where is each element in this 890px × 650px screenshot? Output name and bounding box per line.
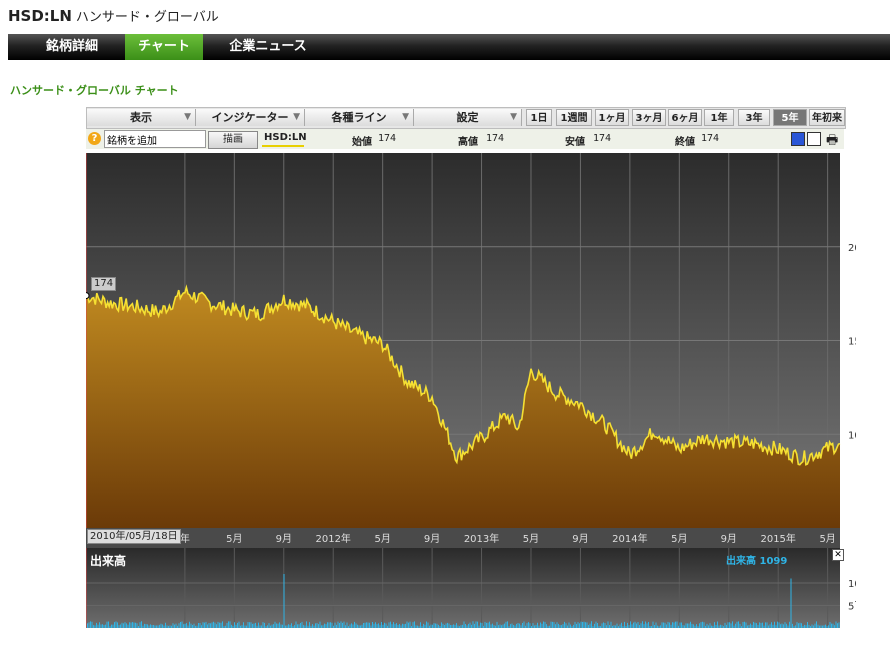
x-tick-label: 5月 [819,533,835,545]
open-label: 始値 [352,137,372,148]
tab-details[interactable]: 銘柄詳細 [32,34,112,60]
open-value: 174 [378,133,397,144]
x-tick-label: 2013年 [464,532,499,545]
tab-chart[interactable]: チャート [125,34,203,60]
y-axis-labels: 200 150 100 [848,243,856,442]
x-tick-label: 9月 [424,533,440,545]
range-6m-button[interactable]: 6ヶ月 [668,109,702,126]
range-1w-button[interactable]: 1週間 [556,109,592,126]
draw-button[interactable]: 描画 [208,131,258,149]
close-value: 174 [701,133,720,144]
crosshair-price: 174 [91,277,117,291]
indicator-dropdown-label: インジケーター [211,111,289,124]
volume-title: 出来高 [90,554,127,568]
y-tick-label: 200 [848,243,856,254]
y-tick-label: 150 [848,337,856,348]
range-5y-button[interactable]: 5年 [773,109,807,126]
dropdown-arrow-icon: ▼ [293,112,300,122]
volume-axis-labels: 10百万 5百万 [848,578,856,613]
x-tick-label: 2015年 [760,532,795,545]
high-label: 高値 [458,137,478,148]
x-tick-label: 5月 [671,533,687,545]
chart-toolbar: 表示 ▼ インジケーター ▼ 各種ライン ▼ 設定 ▼ 1日 1週間 1ヶ月 3ヶ月 6… [86,107,846,129]
price-chart[interactable]: 年 5月 9月 2012年 5月 9月 2013年 5月 9月 2014年 5月 9月 2015年 5月 … [86,153,856,548]
page-title: HSD:LN ハンサード・グローバル [8,6,219,25]
x-tick-label: 9月 [572,533,588,545]
company-name: ハンサード・グローバル [75,10,219,25]
tab-news[interactable]: 企業ニュース [220,34,316,60]
crosshair-point [86,292,90,300]
dropdown-arrow-icon: ▼ [184,112,191,122]
printer-icon[interactable]: 🖶 [826,131,838,153]
close-label: 終値 [675,137,695,148]
x-tick-label: 年 [180,532,190,545]
low-value: 174 [593,133,612,144]
x-tick-label: 9月 [276,533,292,545]
add-symbol-input[interactable] [104,130,206,148]
lines-dropdown[interactable]: 各種ライン ▼ [305,109,414,126]
range-1y-button[interactable]: 1年 [704,109,734,126]
indicator-dropdown[interactable]: インジケーター ▼ [196,109,305,126]
display-dropdown-label: 表示 [130,111,152,124]
volume-tick-label: 5百万 [848,601,856,613]
dropdown-arrow-icon: ▼ [402,112,409,122]
settings-dropdown[interactable]: 設定 ▼ [414,109,522,126]
lines-dropdown-label: 各種ライン [331,111,387,124]
series-symbol: HSD:LN [264,132,307,143]
chart-heading: ハンサード・グローバル チャート [10,84,179,97]
range-3y-button[interactable]: 3年 [738,109,770,126]
white-theme-toggle[interactable] [807,132,821,146]
help-icon[interactable]: ? [88,132,101,145]
display-dropdown[interactable]: 表示 ▼ [87,109,196,126]
volume-current: 出来高 1099 [726,556,788,567]
range-1m-button[interactable]: 1ヶ月 [595,109,629,126]
range-ytd-button[interactable]: 年初来 [809,109,845,126]
x-tick-label: 9月 [721,533,737,545]
volume-tick-label: 10百万 [848,578,856,590]
series-color-swatch [262,145,304,147]
crosshair-date: 2010年/05月/18日 [87,529,181,544]
x-tick-label: 5月 [374,533,390,545]
x-tick-label: 2012年 [315,532,350,545]
high-value: 174 [486,133,505,144]
dropdown-arrow-icon: ▼ [510,112,517,122]
blue-theme-toggle[interactable] [791,132,805,146]
settings-dropdown-label: 設定 [456,111,479,124]
range-3m-button[interactable]: 3ヶ月 [632,109,666,126]
x-tick-label: 5月 [226,533,242,545]
x-tick-label: 5月 [523,533,539,545]
y-tick-label: 100 [848,430,856,441]
quote-row: ? 描画 HSD:LN 始値 174 高値 174 安値 174 終値 174 … [86,129,844,149]
range-1d-button[interactable]: 1日 [526,109,552,126]
low-label: 安値 [565,137,585,148]
x-tick-label: 2014年 [612,532,647,545]
close-icon[interactable]: ✕ [832,549,844,561]
symbol-title: HSD:LN [8,7,72,25]
nav-bar: 銘柄詳細 チャート 企業ニュース [8,34,890,60]
